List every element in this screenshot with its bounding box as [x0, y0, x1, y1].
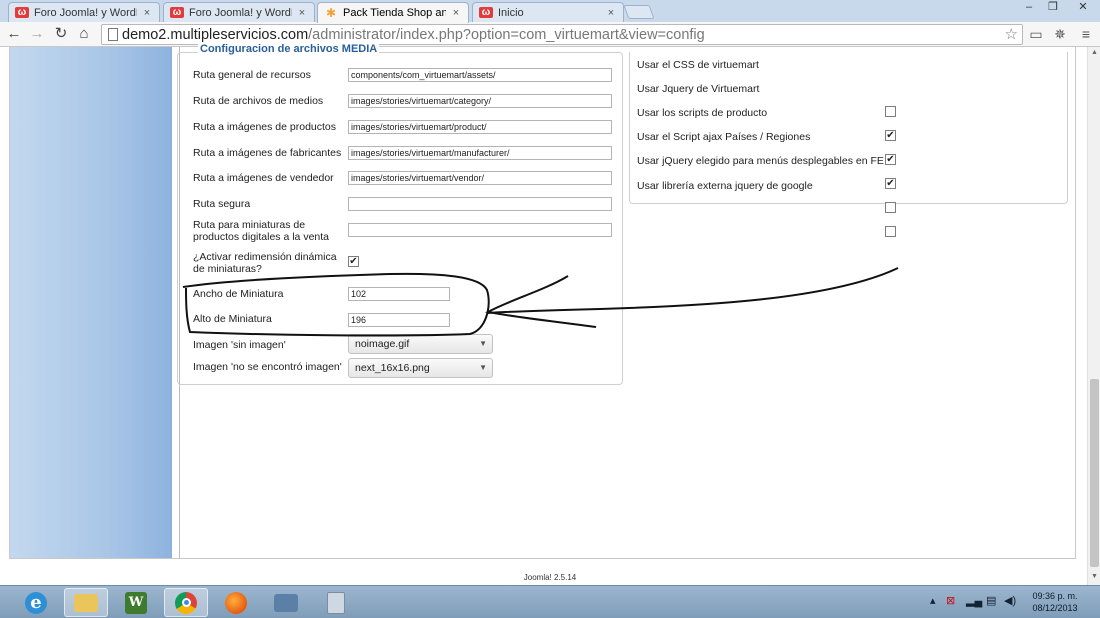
- tab-title: Pack Tienda Shop and Buy: [343, 7, 446, 19]
- page-icon: [108, 28, 118, 41]
- scrollbar-thumb[interactable]: [1090, 379, 1099, 567]
- joomla-icon: ✱: [325, 6, 337, 20]
- use-vm-jquery-checkbox[interactable]: ✔: [885, 130, 896, 141]
- assets-path-input[interactable]: components/com_virtuemart/assets/: [348, 68, 612, 82]
- tray-signal-icon[interactable]: ▂▄: [966, 594, 982, 607]
- tab-pack-tienda[interactable]: ✱ Pack Tienda Shop and Buy ×: [317, 2, 469, 23]
- close-icon[interactable]: ×: [296, 7, 308, 19]
- new-tab-button[interactable]: [623, 5, 655, 19]
- use-vm-css-checkbox[interactable]: [885, 106, 896, 117]
- page-viewport: Configuracion de archivos MEDIA Ruta gen…: [0, 43, 1100, 585]
- field-label: ¿Activar redimensión dinámica de miniatu…: [193, 251, 337, 275]
- option-label: Usar Jquery de Virtuemart: [637, 83, 760, 95]
- field-label: Ruta para miniaturas de productos digita…: [193, 219, 330, 243]
- field-label: Ruta general de recursos: [193, 69, 311, 81]
- tab-title: Foro Joomla! y WordPress: [189, 6, 292, 19]
- close-icon[interactable]: ×: [450, 7, 462, 19]
- reload-icon[interactable]: ↻: [51, 25, 71, 43]
- option-label: Usar los scripts de producto: [637, 107, 768, 119]
- option-label: Usar librería externa jquery de google: [637, 180, 813, 192]
- field-label: Ruta de archivos de medios: [193, 95, 324, 107]
- clock-date: 08/12/2013: [1032, 603, 1078, 613]
- address-bar[interactable]: demo2.multipleservicios.com/administrato…: [101, 24, 1023, 45]
- browser-toolbar: ← → ↻ ⌂ demo2.multipleservicios.com/admi…: [0, 22, 1100, 47]
- window-close-icon[interactable]: ✕: [1068, 0, 1098, 16]
- joomla-forum-icon: ω: [479, 7, 493, 18]
- joomla-version-footer: Joomla! 2.5.14: [523, 573, 577, 582]
- dynamic-resize-checkbox[interactable]: ✔: [348, 256, 359, 267]
- option-label: Usar el CSS de virtuemart: [637, 59, 759, 71]
- use-google-jquery-checkbox[interactable]: [885, 226, 896, 237]
- digital-thumbnails-path-input[interactable]: [348, 223, 612, 237]
- secure-path-input[interactable]: [348, 197, 612, 211]
- no-image-select[interactable]: noimage.gif ▼: [348, 334, 493, 354]
- tab-foro-joomla-1[interactable]: ω Foro Joomla! y WordPress ×: [8, 2, 160, 22]
- tray-app-icon[interactable]: ⊠: [946, 594, 955, 607]
- tray-volume-icon[interactable]: ◀): [1004, 594, 1016, 607]
- select-value: noimage.gif: [355, 338, 410, 350]
- use-jquery-dropdowns-checkbox[interactable]: [885, 202, 896, 213]
- extension-window-icon[interactable]: ▭: [1026, 25, 1046, 44]
- vendor-images-path-input[interactable]: images/stories/virtuemart/vendor/: [348, 171, 612, 185]
- field-label: Ruta a imágenes de productos: [193, 121, 337, 133]
- dropdown-caret-icon: ▼: [479, 339, 487, 348]
- media-path-input[interactable]: images/stories/virtuemart/category/: [348, 94, 612, 108]
- windows-taskbar: e W ▴ ⊠ ▂▄ ▤ ◀) 09:36 p. m. 08/12/2013: [0, 585, 1100, 618]
- field-label: Imagen 'sin imagen': [193, 339, 286, 351]
- url-path: /administrator/index.php?option=com_virt…: [308, 27, 705, 43]
- calculator-icon[interactable]: [314, 588, 358, 617]
- browser-tab-strip: ω Foro Joomla! y WordPress × ω Foro Joom…: [0, 0, 1100, 23]
- internet-explorer-icon[interactable]: e: [14, 588, 58, 617]
- word-icon[interactable]: W: [114, 588, 158, 617]
- firefox-icon[interactable]: [214, 588, 258, 617]
- bookmark-star-icon[interactable]: ☆: [1005, 25, 1018, 44]
- field-label: Ruta segura: [193, 198, 251, 210]
- file-explorer-icon[interactable]: [64, 588, 108, 617]
- forward-arrow-icon[interactable]: →: [27, 25, 47, 43]
- field-label: Ancho de Miniatura: [193, 288, 284, 300]
- tab-title: Foro Joomla! y WordPress: [34, 6, 137, 19]
- restore-icon[interactable]: ❐: [1041, 0, 1065, 16]
- tab-title: Inicio: [498, 6, 524, 19]
- tray-network-icon[interactable]: ▤: [986, 594, 996, 607]
- use-product-scripts-checkbox[interactable]: ✔: [885, 154, 896, 165]
- tab-inicio[interactable]: ω Inicio ×: [472, 2, 624, 22]
- thumbnail-width-input[interactable]: 102: [348, 287, 450, 301]
- option-label: Usar jQuery elegido para menús desplegab…: [637, 155, 884, 167]
- chrome-icon[interactable]: [164, 588, 208, 617]
- page-scrollbar[interactable]: ▲ ▼: [1087, 47, 1100, 585]
- field-label: Alto de Miniatura: [193, 313, 272, 325]
- minimize-icon[interactable]: –: [1017, 0, 1041, 16]
- select-value: next_16x16.png: [355, 362, 430, 374]
- taskbar-clock[interactable]: 09:36 p. m. 08/12/2013: [1018, 590, 1092, 614]
- close-icon[interactable]: ×: [141, 7, 153, 19]
- home-icon[interactable]: ⌂: [74, 25, 94, 43]
- field-label: Ruta a imágenes de fabricantes: [193, 147, 342, 159]
- sidebar: [10, 47, 172, 558]
- field-label: Imagen 'no se encontró imagen': [193, 361, 342, 373]
- not-found-image-select[interactable]: next_16x16.png ▼: [348, 358, 493, 378]
- menu-icon[interactable]: ≡: [1076, 25, 1096, 44]
- extension-puzzle-icon[interactable]: ✵: [1050, 25, 1070, 44]
- tray-expand-icon[interactable]: ▴: [930, 594, 936, 607]
- dropdown-caret-icon: ▼: [479, 363, 487, 372]
- back-arrow-icon[interactable]: ←: [4, 25, 24, 43]
- thumbnail-height-input[interactable]: 196: [348, 313, 450, 327]
- media-config-legend: Configuracion de archivos MEDIA: [198, 43, 380, 55]
- url-text: demo2.multipleservicios.com/administrato…: [122, 26, 705, 44]
- manufacturer-images-path-input[interactable]: images/stories/virtuemart/manufacturer/: [348, 146, 612, 160]
- joomla-forum-icon: ω: [170, 7, 184, 18]
- clock-time: 09:36 p. m.: [1032, 591, 1078, 601]
- joomla-forum-icon: ω: [15, 7, 29, 18]
- url-host: demo2.multipleservicios.com: [122, 27, 309, 43]
- field-label: Ruta a imágenes de vendedor: [193, 172, 334, 184]
- option-label: Usar el Script ajax Países / Regiones: [637, 131, 811, 143]
- network-app-icon[interactable]: [264, 588, 308, 617]
- use-ajax-countries-checkbox[interactable]: ✔: [885, 178, 896, 189]
- scroll-up-arrow-icon[interactable]: ▲: [1088, 47, 1100, 59]
- tab-foro-joomla-2[interactable]: ω Foro Joomla! y WordPress ×: [163, 2, 315, 22]
- product-images-path-input[interactable]: images/stories/virtuemart/product/: [348, 120, 612, 134]
- close-icon[interactable]: ×: [605, 7, 617, 19]
